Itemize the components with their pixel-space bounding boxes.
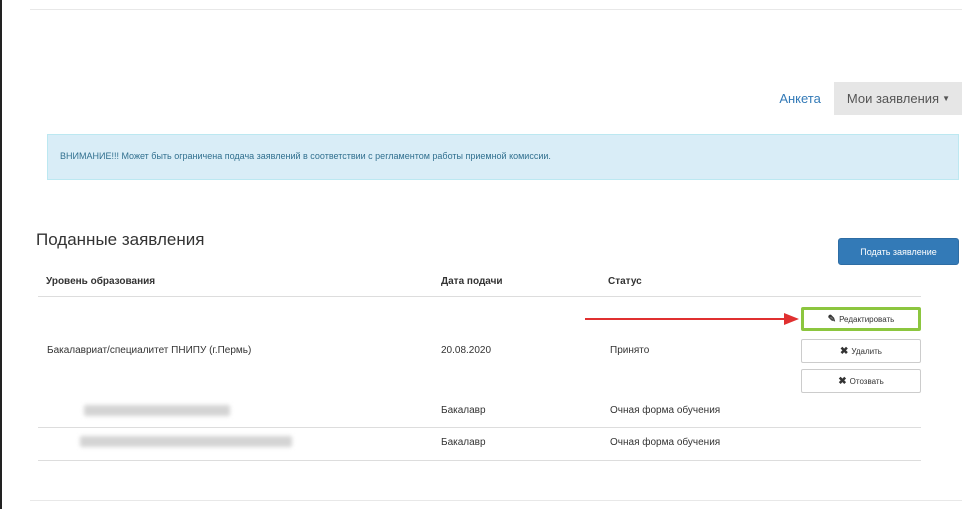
caret-down-icon: ▼ <box>942 94 950 103</box>
subrow-divider <box>38 427 921 428</box>
table-bottom-divider <box>38 460 921 461</box>
blurred-program-name <box>80 436 292 447</box>
nav-link-profile[interactable]: Анкета <box>769 82 831 115</box>
table-header-divider <box>38 296 921 297</box>
column-header-level: Уровень образования <box>46 276 156 287</box>
pencil-icon: ✎ <box>827 313 837 325</box>
withdraw-button-label: Отозвать <box>849 376 884 386</box>
top-nav: Анкета Мои заявления ▼ <box>769 82 962 115</box>
application-level: Бакалавриат/специалитет ПНИПУ (г.Пермь) <box>47 345 252 356</box>
top-divider <box>30 9 962 10</box>
application-status: Принято <box>610 345 650 356</box>
withdraw-button[interactable]: ✖ Отозвать <box>801 369 921 393</box>
submit-application-button[interactable]: Подать заявление <box>838 238 959 265</box>
subrow-degree: Бакалавр <box>441 405 486 416</box>
subrow-study-form: Очная форма обучения <box>610 437 721 448</box>
edit-button-label: Редактировать <box>839 314 895 324</box>
subrow-degree: Бакалавр <box>441 437 486 448</box>
blurred-program-name <box>84 405 230 416</box>
warning-alert: ВНИМАНИЕ!!! Может быть ограничена подача… <box>47 134 959 180</box>
application-date: 20.08.2020 <box>441 345 492 356</box>
delete-button-label: Удалить <box>851 346 882 356</box>
nav-dropdown-applications[interactable]: Мои заявления ▼ <box>833 82 962 115</box>
bottom-divider <box>30 500 962 501</box>
delete-button[interactable]: ✖ Удалить <box>801 339 921 363</box>
red-arrow-annotation <box>585 313 799 325</box>
edit-button[interactable]: ✎ Редактировать <box>801 307 921 331</box>
section-title: Поданные заявления <box>36 230 205 249</box>
subrow-study-form: Очная форма обучения <box>610 405 721 416</box>
times-icon: ✖ <box>840 345 849 357</box>
column-header-status: Статус <box>608 276 642 287</box>
column-header-date: Дата подачи <box>441 276 503 287</box>
nav-dropdown-label: Мои заявления <box>846 91 940 106</box>
times-icon: ✖ <box>838 375 847 387</box>
window-left-border <box>0 0 2 509</box>
